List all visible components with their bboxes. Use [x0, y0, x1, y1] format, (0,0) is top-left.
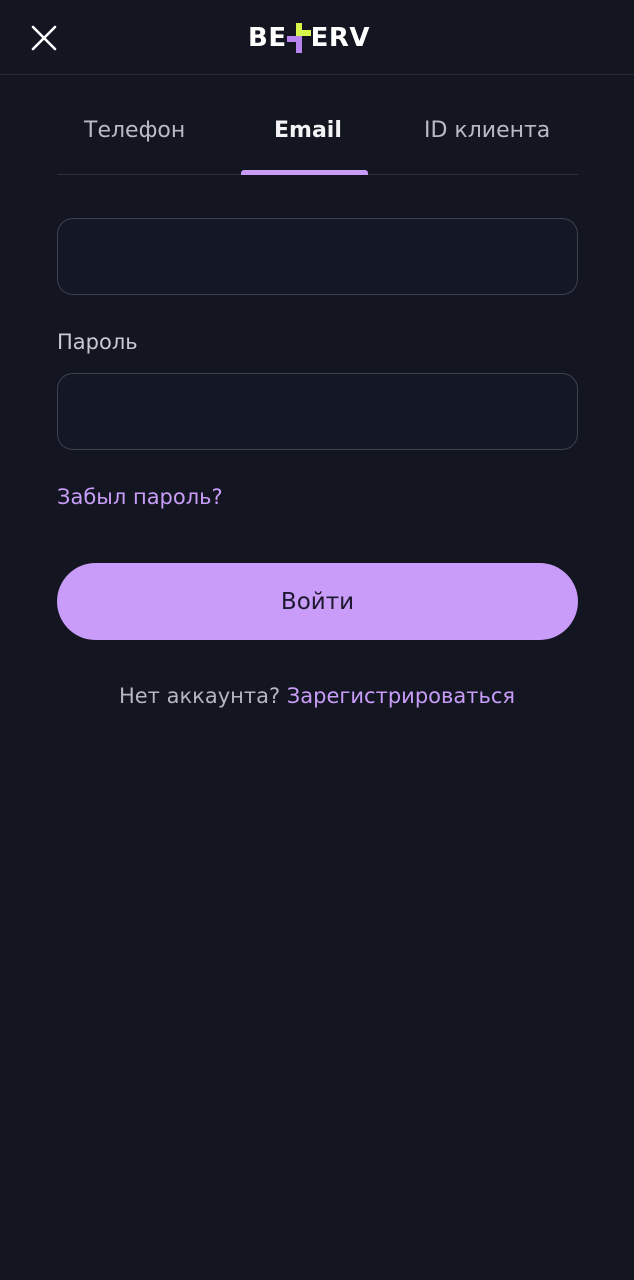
no-account-text: Нет аккаунта? [118, 684, 281, 708]
active-tab-indicator [241, 170, 368, 175]
forgot-password-link[interactable]: Забыл пароль? [57, 485, 223, 509]
logo-text-left: BE [248, 23, 287, 53]
brand-logo: BE ERV [248, 21, 370, 55]
register-prompt: Нет аккаунта? Зарегистрироваться [0, 684, 634, 708]
email-field-container [57, 218, 578, 295]
login-method-tabs: Телефон Email ID клиента [57, 100, 578, 175]
header: BE ERV [0, 0, 634, 75]
login-screen: BE ERV Телефон Email ID клиента Пароль З… [0, 0, 634, 1280]
tab-phone[interactable]: Телефон [84, 118, 185, 143]
email-input[interactable] [58, 219, 577, 294]
password-label: Пароль [57, 330, 138, 354]
close-button[interactable] [26, 20, 62, 56]
close-icon [31, 25, 57, 51]
password-field-container [57, 373, 578, 450]
password-input[interactable] [58, 374, 577, 449]
login-button[interactable]: Войти [57, 563, 578, 640]
logo-text-right: ERV [310, 23, 370, 53]
logo-cross-icon [286, 23, 311, 53]
tab-email[interactable]: Email [274, 118, 342, 143]
tab-client-id[interactable]: ID клиента [424, 118, 550, 143]
register-link[interactable]: Зарегистрироваться [287, 684, 515, 708]
